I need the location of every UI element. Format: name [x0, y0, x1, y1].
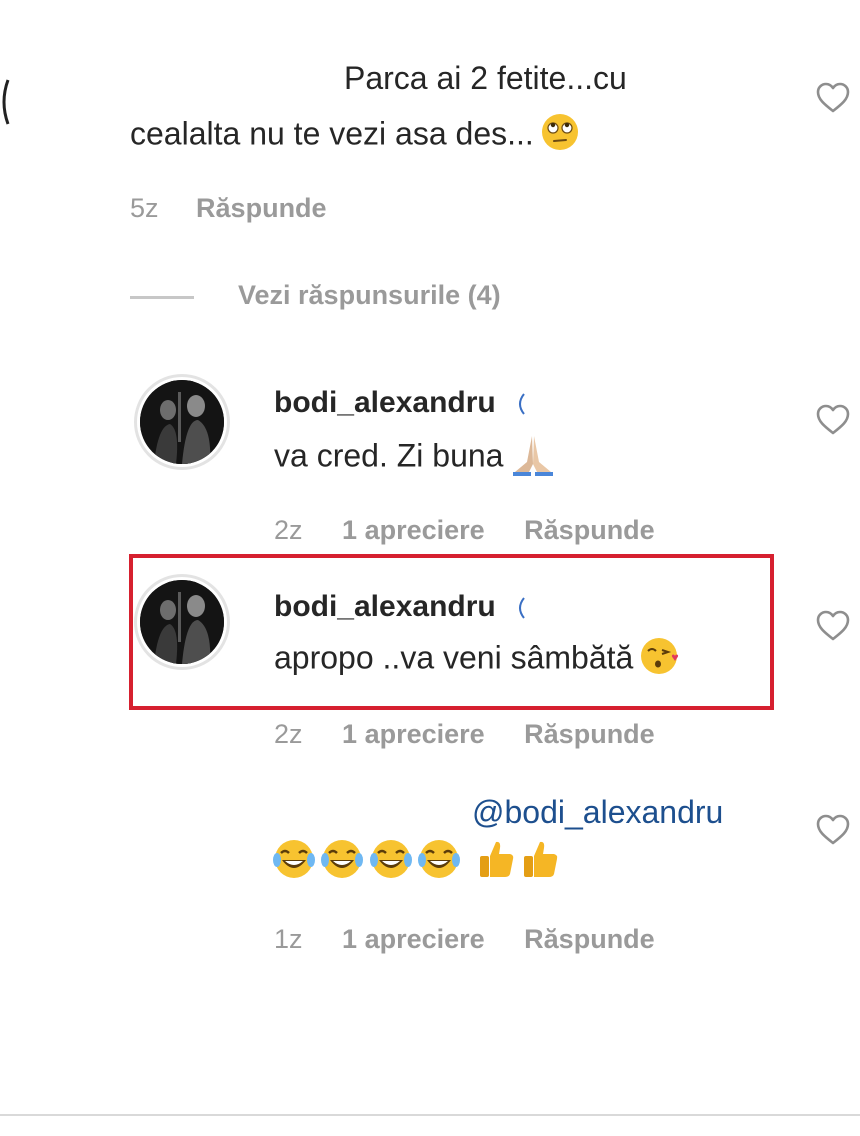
reply-3-mention[interactable]: @bodi_alexandru — [472, 794, 723, 831]
folded-hands-icon — [509, 432, 557, 484]
heart-outline-icon[interactable] — [816, 610, 850, 642]
loading-ring-icon — [514, 391, 528, 417]
face-blowing-kiss-icon — [639, 636, 683, 684]
face-tears-of-joy-icon — [369, 838, 413, 885]
heart-outline-icon[interactable] — [816, 404, 850, 436]
avatar-photo — [140, 580, 224, 664]
reply-3-likes[interactable]: 1 apreciere — [342, 924, 485, 954]
reply-1-likes[interactable]: 1 apreciere — [342, 515, 485, 545]
reply-1-time: 2z — [274, 515, 303, 545]
face-tears-of-joy-icon — [417, 838, 461, 885]
loading-ring-icon — [514, 595, 528, 621]
thumbs-up-icon — [520, 838, 560, 885]
reply-2-text-wrap: apropo ..va veni sâmbătă — [274, 636, 683, 684]
face-tears-of-joy-icon — [272, 838, 316, 885]
reply-3: @bodi_alexandru 1z 1 apreciere Răspunde — [0, 790, 860, 970]
reply-2-text: apropo ..va veni sâmbătă — [274, 639, 634, 676]
comment-1: Parca ai 2 fetite...cu cealalta nu te ve… — [0, 0, 860, 240]
reply-1-text-wrap: va cred. Zi buna — [274, 432, 557, 484]
reply-2-username-text[interactable]: bodi_alexandru — [274, 590, 496, 623]
heart-outline-icon[interactable] — [816, 814, 850, 846]
reply-1-username-text[interactable]: bodi_alexandru — [274, 386, 496, 419]
reply-1-text: va cred. Zi buna — [274, 437, 504, 474]
bottom-divider — [0, 1114, 860, 1116]
avatar[interactable] — [134, 574, 230, 670]
comment-1-meta: 5z Răspunde — [130, 193, 327, 224]
reply-1-username[interactable]: bodi_alexandru — [274, 386, 528, 420]
reply-2: bodi_alexandru apropo ..va veni sâmbătă … — [0, 574, 860, 764]
reply-1: bodi_alexandru va cred. Zi buna 2z 1 apr… — [0, 370, 860, 550]
thumbs-up-icon — [476, 838, 516, 885]
avatar[interactable] — [134, 374, 230, 470]
comment-1-line1: Parca ai 2 fetite...cu — [344, 60, 627, 96]
reply-2-time: 2z — [274, 719, 303, 749]
comment-1-time: 5z — [130, 193, 159, 223]
heart-outline-icon[interactable] — [816, 82, 850, 114]
avatar-photo — [140, 380, 224, 464]
face-tears-of-joy-icon — [320, 838, 364, 885]
reply-1-reply-button[interactable]: Răspunde — [524, 515, 655, 545]
reply-3-meta: 1z 1 apreciere Răspunde — [274, 924, 655, 955]
reply-3-emojis — [272, 838, 560, 885]
reply-3-reply-button[interactable]: Răspunde — [524, 924, 655, 954]
reply-3-time: 1z — [274, 924, 303, 954]
view-replies-row[interactable]: Vezi răspunsurile (4) — [130, 280, 630, 316]
reply-2-reply-button[interactable]: Răspunde — [524, 719, 655, 749]
comment-1-reply-button[interactable]: Răspunde — [196, 193, 327, 223]
reply-2-meta: 2z 1 apreciere Răspunde — [274, 719, 655, 750]
reply-2-likes[interactable]: 1 apreciere — [342, 719, 485, 749]
view-replies-line — [130, 296, 194, 299]
reply-1-meta: 2z 1 apreciere Răspunde — [274, 515, 655, 546]
reply-2-username[interactable]: bodi_alexandru — [274, 590, 528, 624]
comment-1-line2: cealalta nu te vezi asa des... — [130, 115, 534, 152]
face-rolling-eyes-icon — [540, 112, 580, 160]
comment-1-line2-wrap: cealalta nu te vezi asa des... — [130, 112, 580, 160]
view-replies-label[interactable]: Vezi răspunsurile (4) — [238, 280, 501, 311]
